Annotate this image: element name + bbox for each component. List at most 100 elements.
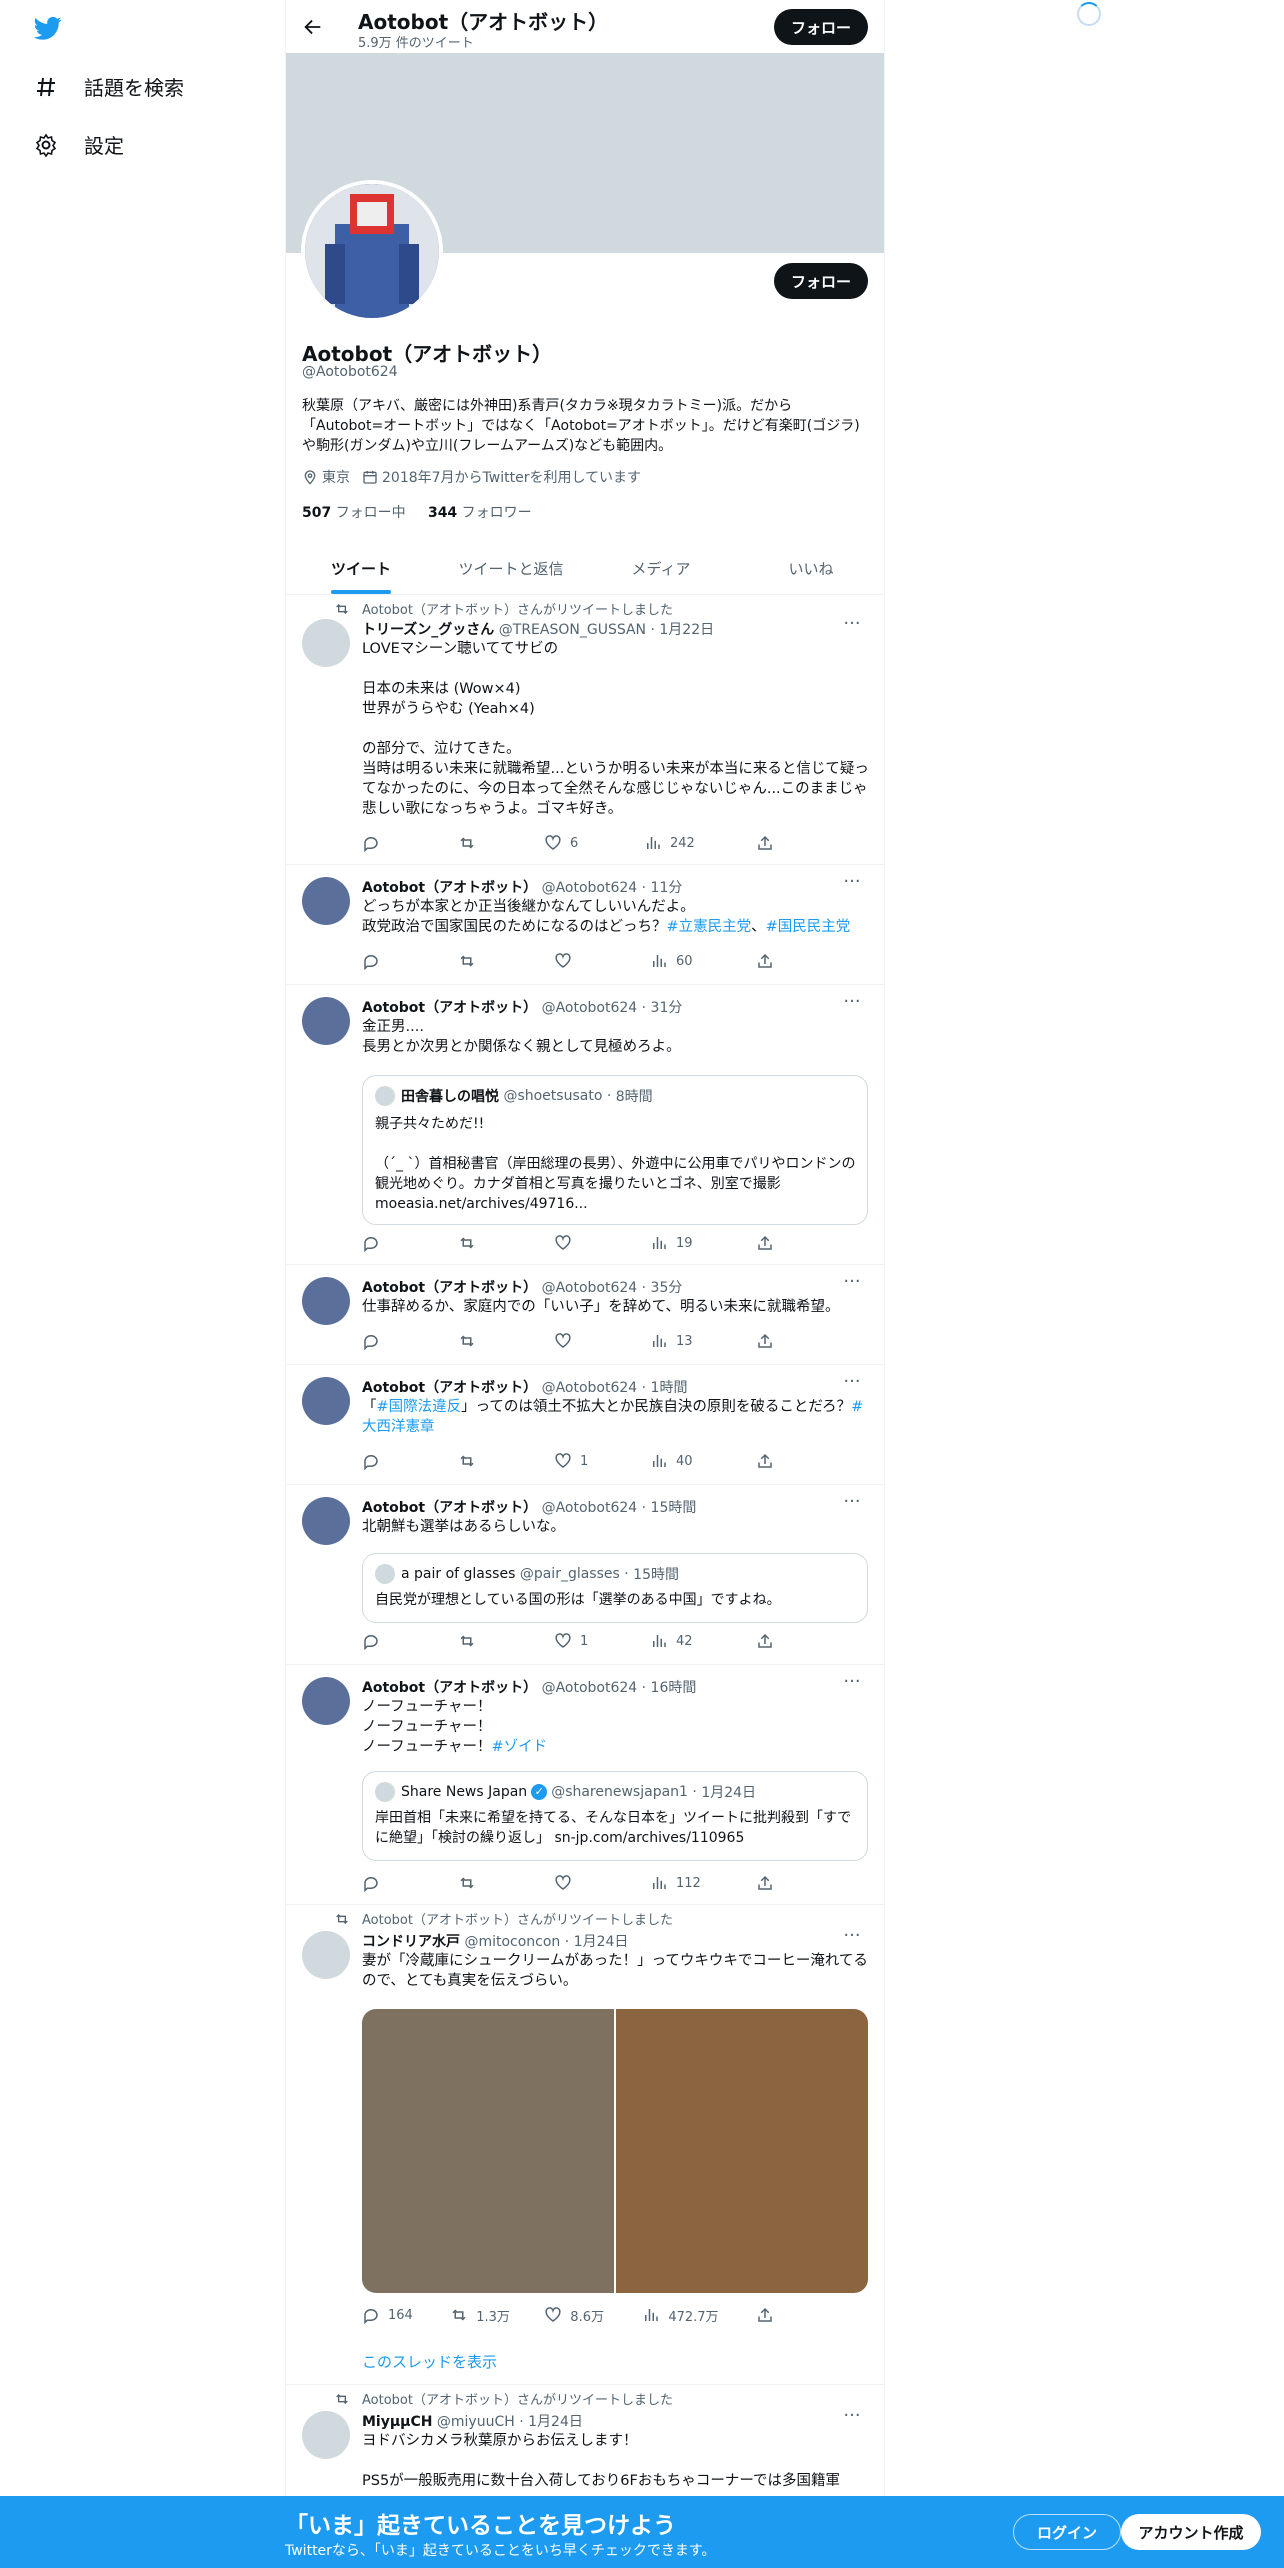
views-button[interactable]: 42	[650, 1631, 756, 1651]
views-button[interactable]: 13	[650, 1331, 756, 1351]
tweet-time[interactable]: 1月24日	[574, 1934, 629, 1950]
avatar[interactable]	[302, 1377, 350, 1425]
tweet-time[interactable]: 1時間	[651, 1380, 688, 1396]
profile-avatar[interactable]	[301, 180, 443, 322]
share-button[interactable]	[756, 1451, 782, 1471]
more-options-icon[interactable]: ···	[842, 1273, 862, 1297]
tweet-author-handle[interactable]: @Aotobot624	[542, 1680, 638, 1696]
share-button[interactable]	[756, 951, 782, 971]
tweet-author-name[interactable]: Aotobot（アオトボット）	[362, 880, 537, 896]
nav-explore[interactable]: 話題を検索	[32, 72, 184, 101]
tab-tweets[interactable]: ツイート	[286, 542, 436, 594]
more-options-icon[interactable]: ···	[842, 1927, 862, 1951]
more-options-icon[interactable]: ···	[842, 1673, 862, 1697]
views-button[interactable]: 60	[650, 951, 756, 971]
login-button[interactable]: ログイン	[1013, 2514, 1121, 2550]
share-button[interactable]	[756, 1631, 782, 1651]
like-button[interactable]	[554, 1233, 650, 1253]
tweet-author-handle[interactable]: @Aotobot624	[542, 1380, 638, 1396]
retweet-button[interactable]	[458, 951, 554, 971]
share-button[interactable]	[756, 1233, 782, 1253]
tweet-author-name[interactable]: トリーズン_グッさん	[362, 622, 494, 638]
tweet-media[interactable]	[362, 2009, 868, 2293]
share-button[interactable]	[756, 1873, 782, 1893]
tweet[interactable]: Aotobot（アオトボット） @Aotobot624 · 11分 ··· どっ…	[286, 865, 884, 985]
tweet[interactable]: Aotobot（アオトボット） @Aotobot624 · 31分 ··· 金正…	[286, 985, 884, 1265]
avatar[interactable]	[302, 1677, 350, 1725]
hashtag-link[interactable]: #国際法違反	[377, 1399, 462, 1415]
like-button[interactable]: 8.6万	[544, 2305, 642, 2325]
hashtag-link[interactable]: #国民民主党	[766, 919, 851, 935]
tweet[interactable]: Aotobot（アオトボット）さんがリツイートしました トリーズン_グッさん @…	[286, 595, 884, 865]
views-button[interactable]: 40	[650, 1451, 756, 1471]
reply-button[interactable]: 164	[362, 2305, 450, 2325]
tweet[interactable]: Aotobot（アオトボット） @Aotobot624 · 35分 ··· 仕事…	[286, 1265, 884, 1365]
followers-link[interactable]: 344 フォロワー	[428, 505, 532, 521]
avatar[interactable]	[302, 1931, 350, 1979]
tweet-time[interactable]: 1月24日	[528, 2414, 583, 2430]
retweet-button[interactable]: 1.3万	[450, 2305, 544, 2325]
tweet-time[interactable]: 16時間	[651, 1680, 697, 1696]
avatar[interactable]	[302, 1497, 350, 1545]
tweet-author-name[interactable]: Aotobot（アオトボット）	[362, 1000, 537, 1016]
avatar[interactable]	[302, 2411, 350, 2459]
tweet-author-handle[interactable]: @Aotobot624	[542, 1000, 638, 1016]
tweet-time[interactable]: 1月22日	[659, 622, 714, 638]
avatar[interactable]	[302, 619, 350, 667]
nav-settings[interactable]: 設定	[32, 130, 124, 159]
header-follow-button[interactable]: フォロー	[774, 9, 868, 45]
tab-tweets-and-replies[interactable]: ツイートと返信	[436, 542, 586, 594]
more-options-icon[interactable]: ···	[842, 1493, 862, 1517]
following-link[interactable]: 507 フォロー中	[302, 505, 406, 521]
retweet-button[interactable]	[458, 1631, 554, 1651]
reply-button[interactable]	[362, 833, 458, 853]
like-button[interactable]	[554, 951, 650, 971]
reply-button[interactable]	[362, 1873, 458, 1893]
like-button[interactable]: 6	[544, 833, 644, 853]
like-button[interactable]: 1	[554, 1451, 650, 1471]
signup-button[interactable]: アカウント作成	[1121, 2514, 1261, 2550]
retweet-button[interactable]	[458, 1873, 554, 1893]
views-button[interactable]: 242	[644, 833, 756, 853]
media-image[interactable]	[362, 2009, 614, 2293]
show-thread-link[interactable]: このスレッドを表示	[362, 2351, 497, 2372]
avatar[interactable]	[302, 997, 350, 1045]
avatar[interactable]	[302, 1277, 350, 1325]
avatar[interactable]	[302, 877, 350, 925]
tweet-time[interactable]: 31分	[651, 1000, 683, 1016]
reply-button[interactable]	[362, 1451, 458, 1471]
views-button[interactable]: 112	[650, 1873, 756, 1893]
views-button[interactable]: 19	[650, 1233, 756, 1253]
tweet-author-handle[interactable]: @mitoconcon	[464, 1934, 560, 1950]
hashtag-link[interactable]: #ゾイド	[491, 1739, 547, 1755]
tweet-author-name[interactable]: Aotobot（アオトボット）	[362, 1280, 537, 1296]
tweet-author-name[interactable]: コンドリア水戸	[362, 1934, 460, 1950]
quoted-tweet[interactable]: 田舎暮しの唱悦 @shoetsusato · 8時間 親子共々ためだ!! （´_…	[362, 1075, 868, 1225]
back-arrow-icon[interactable]	[302, 16, 324, 38]
tweet-author-handle[interactable]: @TREASON_GUSSAN	[499, 622, 646, 638]
more-options-icon[interactable]: ···	[842, 993, 862, 1017]
tweet-author-name[interactable]: Aotobot（アオトボット）	[362, 1380, 537, 1396]
more-options-icon[interactable]: ···	[842, 2407, 862, 2431]
tweet-author-handle[interactable]: @miyuuCH	[437, 2414, 515, 2430]
twitter-logo-icon[interactable]	[32, 14, 64, 42]
retweet-button[interactable]	[458, 1233, 554, 1253]
quoted-tweet[interactable]: Share News Japan ✓ @sharenewsjapan1 · 1月24…	[362, 1771, 868, 1861]
tweet-time[interactable]: 35分	[651, 1280, 683, 1296]
more-options-icon[interactable]: ···	[842, 615, 862, 639]
share-button[interactable]	[756, 833, 782, 853]
tweet-author-handle[interactable]: @Aotobot624	[542, 880, 638, 896]
reply-button[interactable]	[362, 1631, 458, 1651]
hashtag-link[interactable]: #立憲民主党	[667, 919, 752, 935]
retweet-button[interactable]	[458, 1331, 554, 1351]
like-button[interactable]: 1	[554, 1631, 650, 1651]
tweet-author-name[interactable]: Aotobot（アオトボット）	[362, 1680, 537, 1696]
retweet-button[interactable]	[458, 833, 544, 853]
more-options-icon[interactable]: ···	[842, 873, 862, 897]
share-button[interactable]	[756, 1331, 782, 1351]
profile-follow-button[interactable]: フォロー	[774, 263, 868, 299]
tab-media[interactable]: メディア	[586, 542, 736, 594]
like-button[interactable]	[554, 1873, 650, 1893]
tweet-author-handle[interactable]: @Aotobot624	[542, 1500, 638, 1516]
reply-button[interactable]	[362, 1331, 458, 1351]
